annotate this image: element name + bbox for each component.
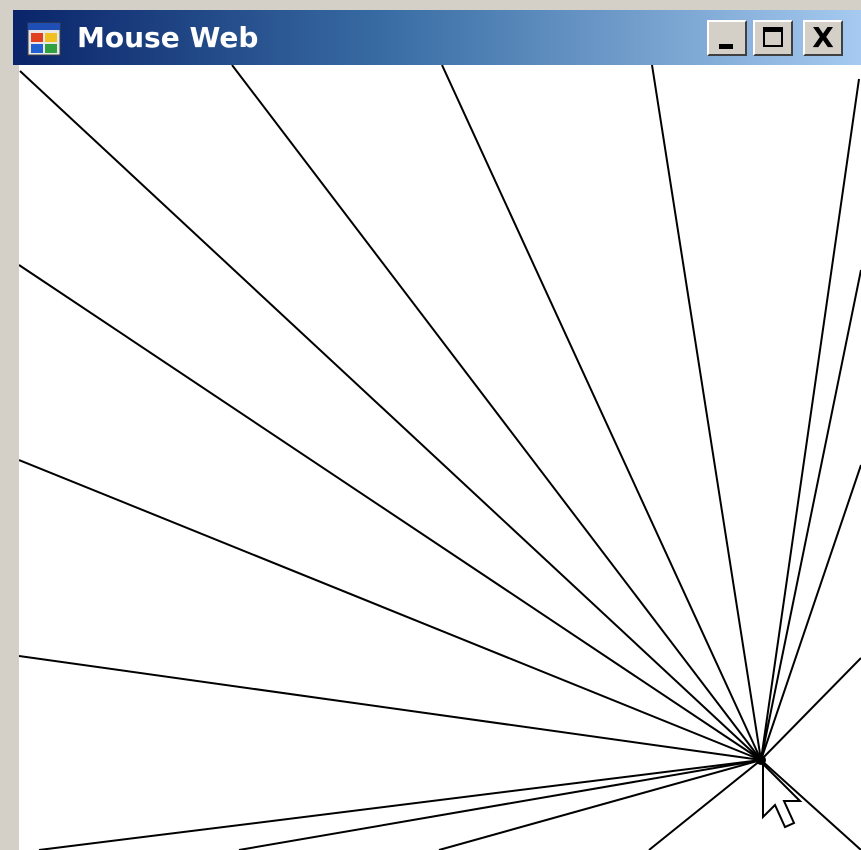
web-line [231, 65, 762, 761]
drawing-canvas[interactable] [19, 65, 861, 850]
web-lines [19, 65, 861, 850]
web-line [38, 759, 762, 850]
web-line [760, 464, 861, 761]
close-button[interactable]: X [803, 20, 843, 56]
web-line [19, 459, 762, 761]
web-line [760, 657, 861, 761]
web-line [651, 65, 762, 761]
maximize-button[interactable] [753, 20, 793, 56]
minimize-button[interactable] [707, 20, 747, 56]
web-line [19, 264, 762, 761]
app-window-icon[interactable] [27, 22, 61, 56]
web-line [760, 78, 860, 761]
web-lines-svg [19, 65, 861, 850]
web-line [19, 655, 762, 761]
web-line [19, 70, 762, 761]
arrow-cursor-icon [762, 761, 803, 829]
web-line [441, 65, 762, 761]
maximize-icon [763, 27, 783, 47]
web-line [760, 269, 861, 761]
close-icon: X [812, 21, 834, 54]
minimize-icon [719, 44, 733, 49]
cursor-hub [756, 755, 766, 765]
web-line [648, 759, 762, 850]
web-line [238, 759, 762, 850]
window-title: Mouse Web [77, 21, 259, 54]
web-line [438, 759, 762, 850]
mouse-web-window: Mouse Web X [13, 10, 861, 850]
title-bar[interactable]: Mouse Web X [13, 10, 861, 65]
